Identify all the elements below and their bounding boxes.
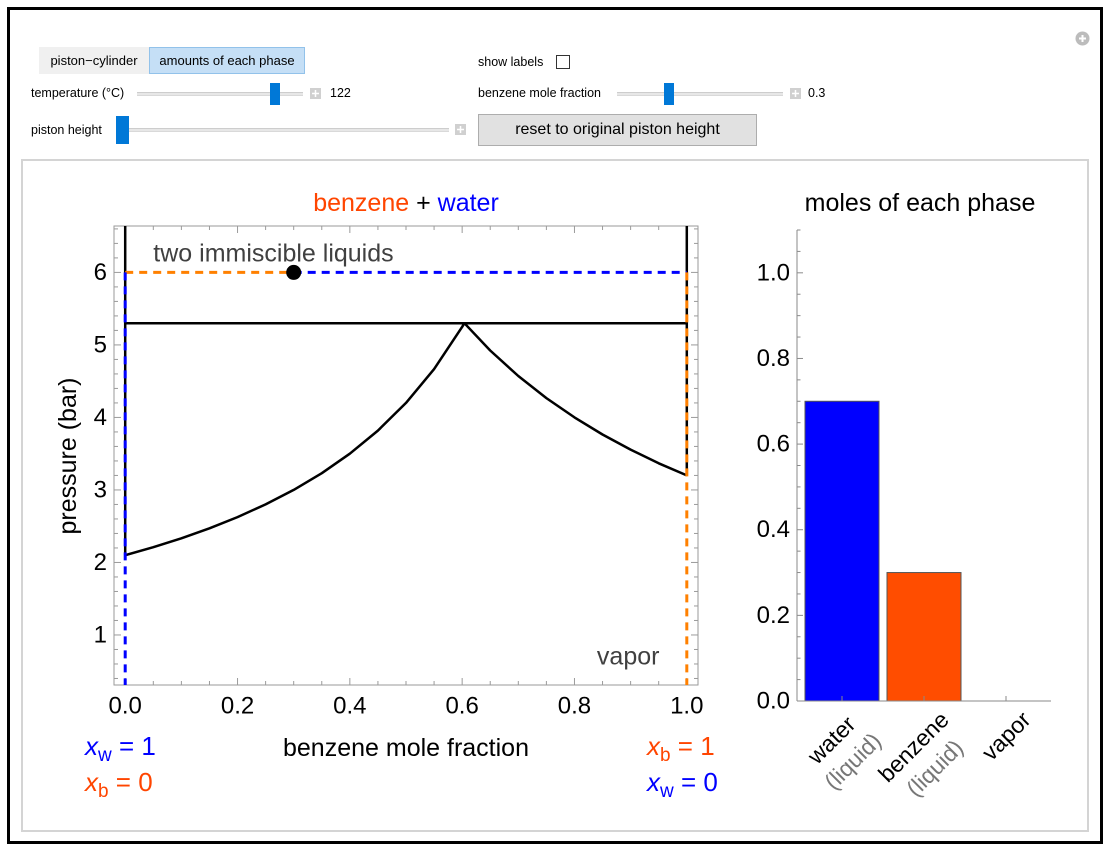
reset-piston-height-button[interactable]: reset to original piston height	[478, 114, 757, 146]
slider-thumb[interactable]	[663, 83, 674, 105]
piston-height-label: piston height	[31, 123, 102, 137]
plus-circle-glyph	[1075, 31, 1090, 46]
temperature-slider[interactable]	[137, 83, 303, 105]
tab-piston-cylinder[interactable]: piston−cylinder	[39, 47, 149, 74]
plus-glyph	[790, 88, 801, 99]
plus-square-icon[interactable]	[790, 88, 801, 99]
benzene-mole-fraction-slider[interactable]	[617, 83, 783, 105]
slider-thumb[interactable]	[269, 83, 280, 105]
tab-amounts-of-each-phase[interactable]: amounts of each phase	[149, 47, 305, 74]
temperature-label: temperature (°C)	[31, 86, 125, 100]
piston-height-slider[interactable]	[116, 116, 449, 144]
slider-thumb[interactable]	[116, 116, 129, 144]
slider-track	[617, 92, 783, 96]
plus-square-icon[interactable]	[455, 124, 466, 135]
output-panel	[21, 159, 1089, 832]
plus-glyph	[455, 124, 466, 135]
benzene-mole-fraction-value: 0.3	[808, 86, 826, 100]
benzene-mole-fraction-label: benzene mole fraction	[478, 86, 601, 100]
slider-track	[116, 128, 449, 132]
plus-glyph	[310, 88, 321, 99]
show-labels-checkbox[interactable]	[556, 55, 570, 69]
plus-square-icon[interactable]	[310, 88, 321, 99]
show-labels-label: show labels	[478, 55, 544, 69]
plus-circle-icon[interactable]	[1075, 31, 1090, 46]
temperature-value: 122	[330, 86, 351, 100]
